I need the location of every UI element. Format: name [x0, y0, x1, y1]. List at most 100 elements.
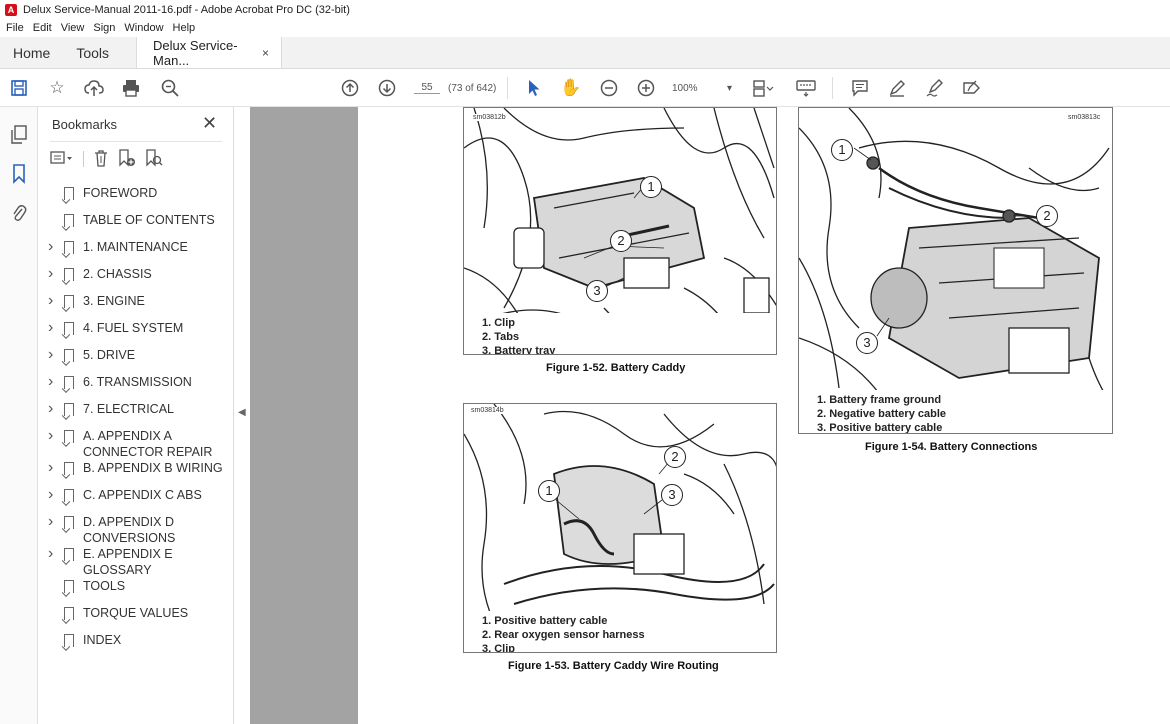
bookmark-icon: [64, 214, 74, 227]
chevron-right-icon[interactable]: ›: [48, 320, 64, 336]
page-count-label: (73 of 642): [448, 82, 497, 94]
window-title: Delux Service-Manual 2011-16.pdf - Adobe…: [23, 3, 350, 16]
bookmark-label: TORQUE VALUES: [83, 606, 189, 620]
chevron-right-icon[interactable]: ›: [48, 347, 64, 363]
bookmark-item[interactable]: › 4. FUEL SYSTEM: [38, 320, 234, 347]
menu-help[interactable]: Help: [173, 22, 196, 34]
page-layout-icon[interactable]: [752, 77, 774, 99]
tab-tools[interactable]: Tools: [63, 37, 122, 68]
figure-1-52: sm03812b 1 2 3 1. Clip 2. Tabs 3. Batter…: [463, 107, 777, 355]
menu-file[interactable]: File: [6, 22, 24, 34]
toolbar-separator: [83, 151, 84, 167]
delete-bookmark-icon[interactable]: [93, 149, 109, 170]
menu-window[interactable]: Window: [124, 22, 163, 34]
bookmark-item[interactable]: › 3. ENGINE: [38, 293, 234, 320]
bookmark-icon: [64, 430, 74, 443]
chevron-right-icon[interactable]: ›: [48, 293, 64, 309]
tab-close-icon[interactable]: ×: [262, 46, 269, 60]
bookmark-item[interactable]: › A. APPENDIX A CONNECTOR REPAIR: [38, 428, 234, 460]
bookmark-item[interactable]: › B. APPENDIX B WIRING: [38, 460, 234, 487]
navigation-rail: [0, 107, 38, 724]
bookmark-item[interactable]: TABLE OF CONTENTS: [38, 212, 234, 239]
menu-view[interactable]: View: [61, 22, 85, 34]
figure-id: sm03814b: [470, 407, 505, 414]
figure-1-54: sm03813c 1 2 3 1. Battery frame ground 2…: [798, 107, 1113, 434]
menu-edit[interactable]: Edit: [33, 22, 52, 34]
bookmark-item[interactable]: FOREWORD: [38, 185, 234, 212]
chevron-right-icon[interactable]: ›: [48, 401, 64, 417]
figure-1-53: sm03814b 1 2 3 1. Positive battery cable…: [463, 403, 777, 653]
bookmark-label: FOREWORD: [83, 186, 158, 200]
bookmark-item[interactable]: › C. APPENDIX C ABS: [38, 487, 234, 514]
bookmarks-icon[interactable]: [9, 164, 29, 184]
zoom-out-icon[interactable]: [598, 77, 620, 99]
menu-sign[interactable]: Sign: [93, 22, 115, 34]
page-number-input[interactable]: 55: [414, 82, 440, 94]
bookmark-item[interactable]: TOOLS: [38, 578, 234, 605]
next-page-icon[interactable]: [376, 77, 398, 99]
keyboard-icon[interactable]: [795, 77, 817, 99]
main-toolbar: ☆ 55 (73 of 642) ✋ 100% ▾: [0, 69, 1170, 107]
bookmark-icon: [64, 187, 74, 200]
bookmark-label: 5. DRIVE: [83, 348, 136, 362]
zoom-in-icon[interactable]: [635, 77, 657, 99]
bookmark-item[interactable]: › D. APPENDIX D CONVERSIONS: [38, 514, 234, 546]
bookmark-icon: [64, 516, 74, 529]
figure-caption: Figure 1-53. Battery Caddy Wire Routing: [508, 660, 719, 672]
panel-collapse-handle[interactable]: ◀: [234, 107, 250, 724]
bookmark-icon: [64, 580, 74, 593]
bookmark-icon: [64, 403, 74, 416]
bookmark-item[interactable]: › E. APPENDIX E GLOSSARY: [38, 546, 234, 578]
select-cursor-icon[interactable]: [523, 77, 545, 99]
highlight-pen-icon[interactable]: [886, 77, 908, 99]
close-icon[interactable]: ✕: [202, 113, 217, 134]
bookmark-item[interactable]: TORQUE VALUES: [38, 605, 234, 632]
comment-icon[interactable]: [849, 77, 871, 99]
bookmark-icon: [64, 376, 74, 389]
chevron-right-icon[interactable]: ›: [48, 374, 64, 390]
bookmark-item[interactable]: › 7. ELECTRICAL: [38, 401, 234, 428]
bookmark-item[interactable]: INDEX: [38, 632, 234, 659]
chevron-right-icon[interactable]: ›: [48, 266, 64, 282]
cloud-upload-icon[interactable]: [83, 77, 105, 99]
chevron-right-icon[interactable]: ›: [48, 546, 64, 562]
tab-document[interactable]: Delux Service-Man... ×: [136, 37, 283, 68]
bookmark-label: D. APPENDIX D CONVERSIONS: [83, 515, 176, 545]
print-icon[interactable]: [120, 77, 142, 99]
bookmark-item[interactable]: › 1. MAINTENANCE: [38, 239, 234, 266]
options-menu-icon[interactable]: [50, 150, 74, 169]
bookmark-icon: [64, 462, 74, 475]
chevron-right-icon[interactable]: ›: [48, 514, 64, 530]
chevron-right-icon[interactable]: ›: [48, 428, 64, 444]
bookmark-list: FOREWORD TABLE OF CONTENTS › 1. MAINTENANCE…: [38, 185, 234, 659]
chevron-right-icon[interactable]: ›: [48, 487, 64, 503]
star-icon[interactable]: ☆: [46, 77, 68, 99]
bookmark-icon: [64, 607, 74, 620]
chevron-down-icon: ▾: [726, 82, 732, 94]
attachments-icon[interactable]: [9, 203, 29, 223]
new-bookmark-icon[interactable]: [118, 148, 136, 170]
fill-sign-icon[interactable]: [961, 77, 983, 99]
acrobat-logo-icon: A: [5, 3, 17, 16]
tab-home[interactable]: Home: [0, 37, 63, 68]
save-icon[interactable]: [8, 77, 30, 99]
chevron-right-icon[interactable]: ›: [48, 460, 64, 476]
figure-caption: Figure 1-52. Battery Caddy: [546, 362, 686, 374]
bookmark-item[interactable]: › 5. DRIVE: [38, 347, 234, 374]
bookmark-label: INDEX: [83, 633, 122, 647]
bookmark-icon: [64, 349, 74, 362]
bookmark-icon: [64, 548, 74, 561]
page-thumbnails-icon[interactable]: [9, 125, 29, 145]
zoom-dropdown[interactable]: 100% ▾: [672, 78, 732, 98]
previous-page-icon[interactable]: [339, 77, 361, 99]
sign-icon[interactable]: [924, 77, 946, 99]
bookmark-item[interactable]: › 6. TRANSMISSION: [38, 374, 234, 401]
callout-3: 3: [856, 332, 878, 354]
bookmark-item[interactable]: › 2. CHASSIS: [38, 266, 234, 293]
window-titlebar: A Delux Service-Manual 2011-16.pdf - Ado…: [0, 0, 1170, 19]
chevron-right-icon[interactable]: ›: [48, 239, 64, 255]
hand-tool-icon[interactable]: ✋: [560, 77, 582, 99]
find-bookmark-icon[interactable]: [145, 148, 163, 170]
search-zoom-icon[interactable]: [159, 77, 181, 99]
